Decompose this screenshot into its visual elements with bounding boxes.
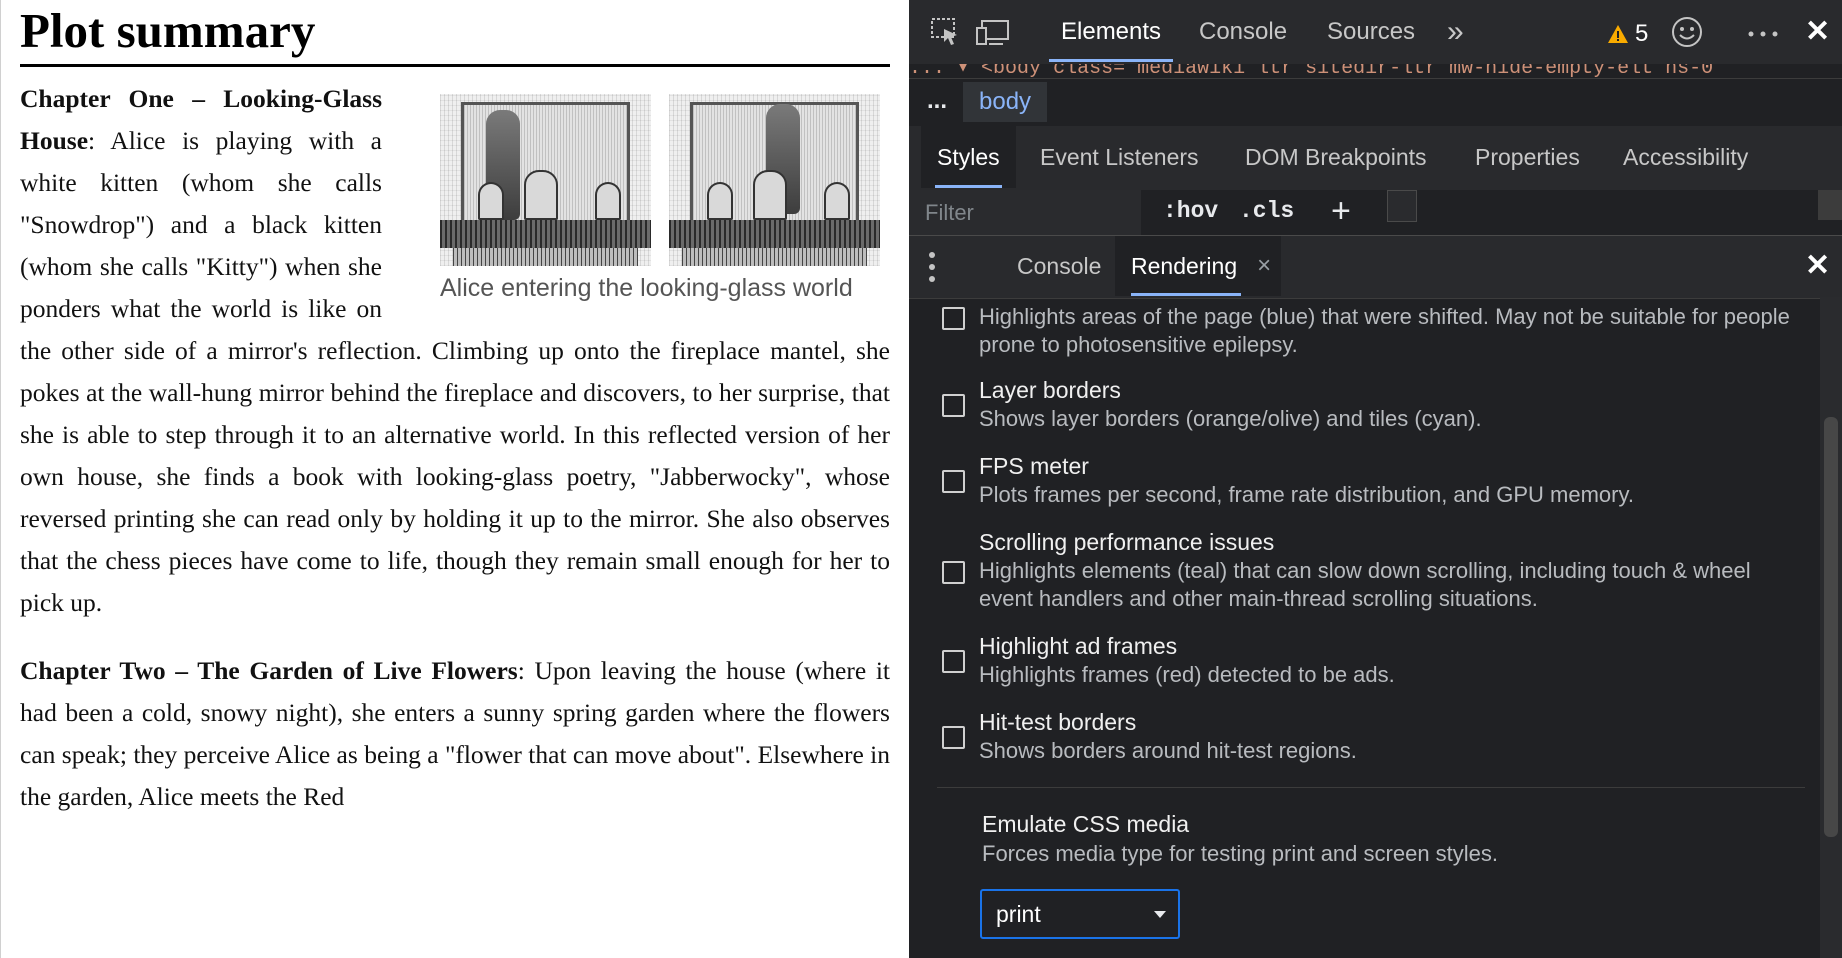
warning-count: 5 <box>1635 20 1649 47</box>
option-description: Shows borders around hit-test regions. <box>979 738 1357 763</box>
page-title: Plot summary <box>20 2 890 67</box>
option-description: Shows layer borders (orange/olive) and t… <box>979 406 1482 431</box>
drawer-tab-bar: Console Rendering × ✕ <box>909 235 1842 299</box>
tab-event-listeners[interactable]: Event Listeners <box>1040 126 1199 188</box>
class-toggle[interactable]: .cls <box>1239 198 1294 224</box>
dom-tree-line[interactable]: ... ▾ <body class= mediawiki ltr sitedir… <box>909 64 1842 77</box>
rendering-scrollbar[interactable] <box>1820 297 1842 958</box>
drawer-tab-rendering-label: Rendering <box>1131 253 1238 279</box>
breadcrumb-ellipsis[interactable]: ... <box>927 87 947 115</box>
option-description: Highlights elements (teal) that can slow… <box>979 558 1751 611</box>
tab-dom-breakpoints[interactable]: DOM Breakpoints <box>1245 126 1427 188</box>
new-style-rule-button[interactable]: + <box>1331 192 1351 231</box>
article-body: Alice entering the looking-glass world C… <box>20 78 890 844</box>
option-description: Highlights frames (red) detected to be a… <box>979 662 1395 687</box>
tab-styles[interactable]: Styles <box>921 126 1016 188</box>
close-drawer-button[interactable]: ✕ <box>1805 248 1830 283</box>
hit-test-borders-checkbox[interactable] <box>942 726 965 749</box>
more-options-icon[interactable] <box>1745 16 1781 48</box>
tab-accessibility[interactable]: Accessibility <box>1623 126 1748 188</box>
warnings-badge[interactable]: 5 <box>1607 18 1648 50</box>
option-description: Plots frames per second, frame rate dist… <box>979 482 1634 507</box>
chapter-heading: Chapter Two – The Garden of Live Flowers <box>20 656 518 685</box>
web-page-viewport: Plot summary Alice entering the looking-… <box>0 0 909 958</box>
alice-illustration <box>440 94 880 266</box>
tab-console[interactable]: Console <box>1199 0 1287 62</box>
illustration-panel-left <box>440 94 651 266</box>
device-toolbar-icon[interactable] <box>975 16 1011 48</box>
breadcrumb-body[interactable]: body <box>963 82 1048 122</box>
drawer-tab-rendering[interactable]: Rendering × <box>1115 236 1282 296</box>
close-rendering-tab-icon[interactable]: × <box>1257 236 1271 296</box>
illustration-panel-right <box>669 94 880 266</box>
close-devtools-button[interactable]: ✕ <box>1805 14 1830 49</box>
feedback-smiley-icon[interactable] <box>1670 15 1704 49</box>
option-title: Highlight ad frames <box>979 633 1178 659</box>
styles-subtabs: Styles Event Listeners DOM Breakpoints P… <box>909 126 1842 191</box>
option-title: Layer borders <box>979 377 1121 403</box>
emulate-css-media-select[interactable]: print <box>980 889 1180 939</box>
inspect-element-icon[interactable] <box>929 16 961 48</box>
emulate-css-media-title: Emulate CSS media <box>982 811 1190 837</box>
scrolling-performance-checkbox[interactable] <box>942 561 965 584</box>
more-tabs-button[interactable]: » <box>1447 0 1464 62</box>
divider <box>937 787 1805 788</box>
computed-sidebar-toggle[interactable] <box>1387 190 1417 222</box>
hover-state-toggle[interactable]: :hov <box>1163 198 1218 224</box>
drawer-tab-console[interactable]: Console <box>1005 236 1113 296</box>
layer-borders-checkbox[interactable] <box>942 394 965 417</box>
option-title: Hit-test borders <box>979 709 1137 735</box>
warning-icon <box>1608 25 1628 43</box>
devtools-toolbar: Elements Console Sources » 5 ✕ <box>909 0 1842 65</box>
option-title: Scrolling performance issues <box>979 529 1275 555</box>
figure-caption: Alice entering the looking-glass world <box>440 274 853 302</box>
styles-filter-input[interactable] <box>909 190 1141 235</box>
highlight-ad-frames-checkbox[interactable] <box>942 650 965 673</box>
figure: Alice entering the looking-glass world <box>440 94 890 306</box>
drawer-menu-icon[interactable] <box>927 252 937 284</box>
layout-shift-checkbox[interactable] <box>942 307 965 330</box>
styles-filter-bar: :hov .cls + <box>909 190 1842 235</box>
chevron-down-icon <box>1154 911 1166 918</box>
scrollbar-thumb[interactable] <box>1824 417 1838 837</box>
media-select-value: print <box>996 901 1041 927</box>
styles-scrollbar[interactable] <box>1818 190 1842 220</box>
fps-meter-checkbox[interactable] <box>942 470 965 493</box>
breadcrumb: ... body <box>909 78 1842 128</box>
tab-elements[interactable]: Elements <box>1048 0 1174 62</box>
paragraph-chapter-two: Chapter Two – The Garden of Live Flowers… <box>20 650 890 818</box>
devtools-panel: Elements Console Sources » 5 ✕ ... ▾ <bo… <box>909 0 1842 958</box>
tab-properties[interactable]: Properties <box>1475 126 1580 188</box>
option-title: FPS meter <box>979 453 1089 479</box>
rendering-panel: Highlights areas of the page (blue) that… <box>909 297 1842 958</box>
tab-sources[interactable]: Sources <box>1327 0 1415 62</box>
emulate-css-media-description: Forces media type for testing print and … <box>982 841 1499 866</box>
option-description: Highlights areas of the page (blue) that… <box>979 304 1790 357</box>
